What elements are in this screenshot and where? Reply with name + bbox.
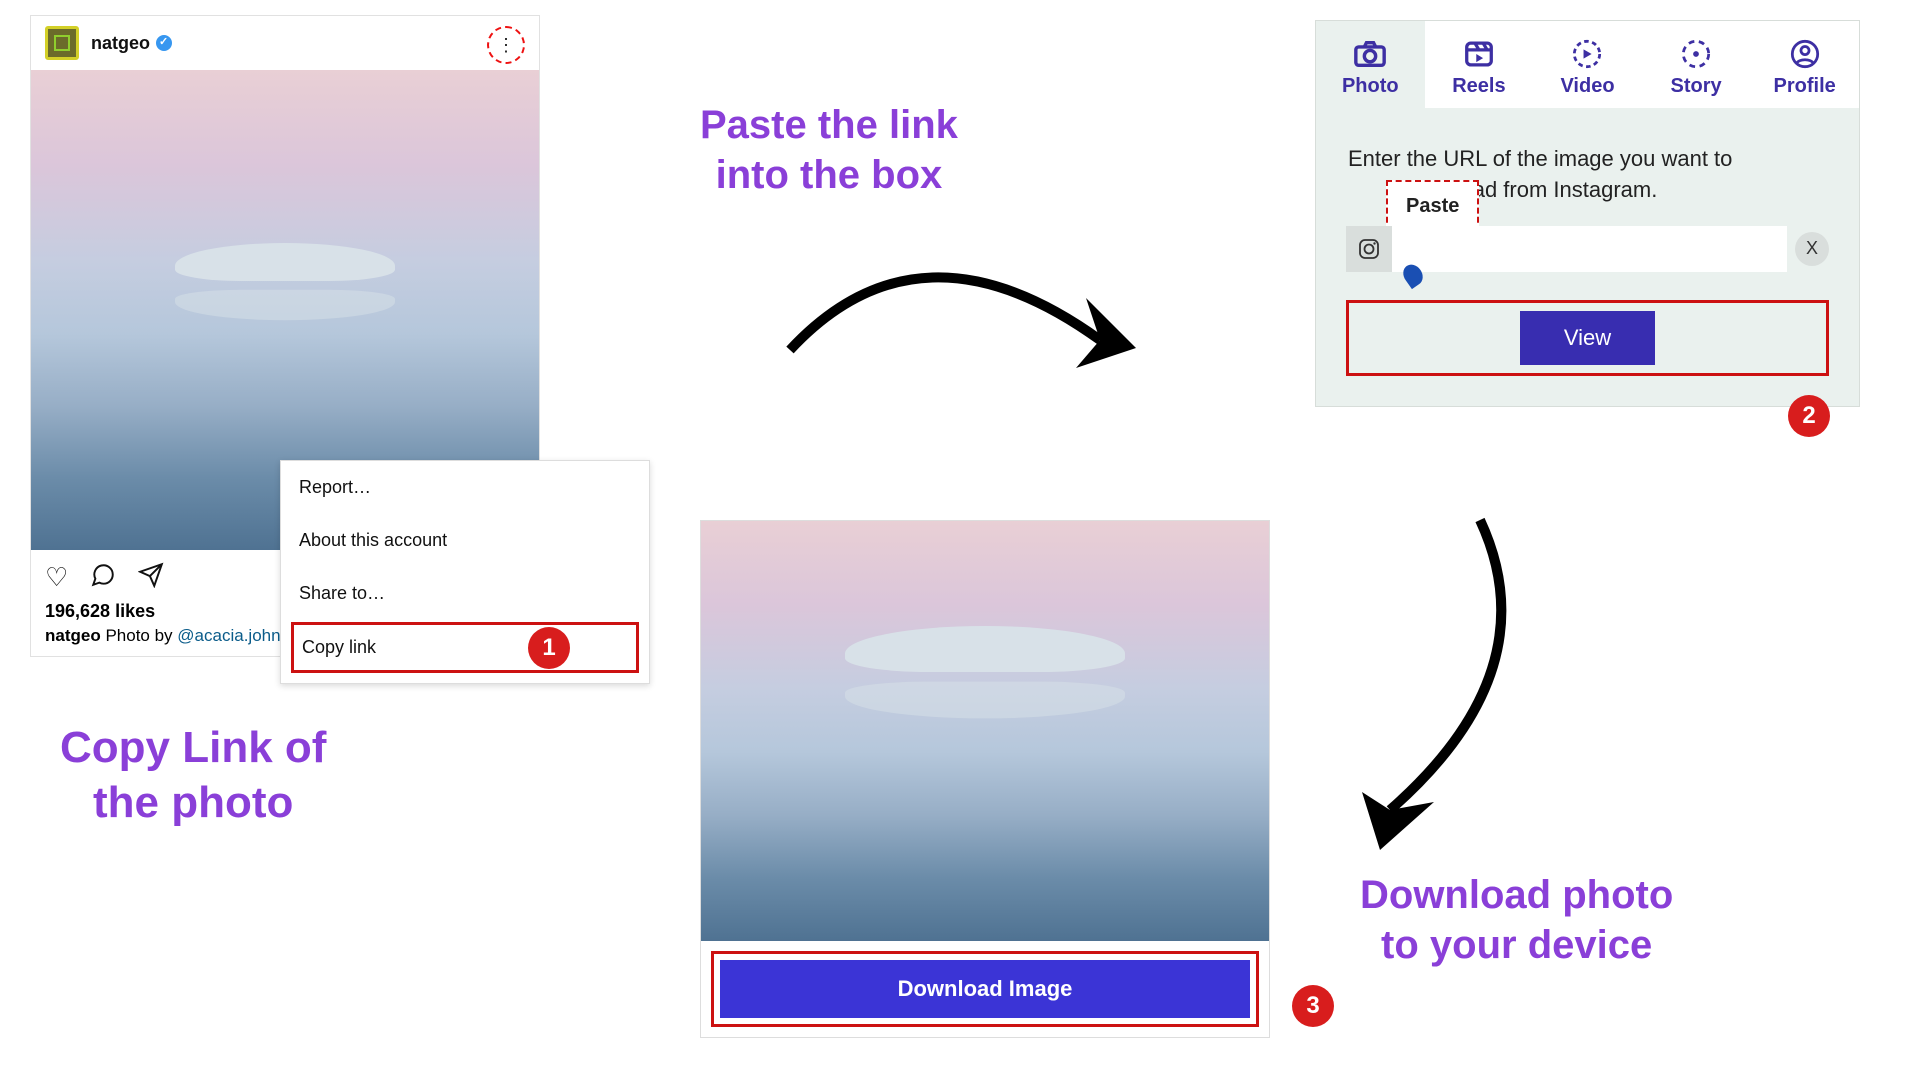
tab-profile[interactable]: Profile: [1750, 21, 1859, 108]
downloader-prompt: Enter the URL of the image you want to d…: [1316, 108, 1859, 226]
tab-video-label: Video: [1560, 75, 1614, 97]
avatar[interactable]: [45, 26, 79, 60]
menu-item-share-to[interactable]: Share to…: [281, 567, 649, 620]
clear-input-button[interactable]: X: [1795, 232, 1829, 266]
verified-icon: [156, 35, 172, 51]
prompt-line-1: Enter the URL of the image you want to: [1348, 146, 1732, 171]
caption-step-3: Download photo to your device: [1360, 870, 1673, 970]
tab-photo[interactable]: Photo: [1316, 21, 1425, 108]
landscape-island: [175, 243, 395, 281]
prompt-line-2: load from Instagram.: [1456, 177, 1658, 202]
url-input-row: X: [1346, 226, 1829, 272]
tab-reels[interactable]: Reels: [1425, 21, 1534, 108]
menu-item-report[interactable]: Report…: [281, 461, 649, 514]
caption-mention[interactable]: @acacia.john: [177, 626, 280, 645]
url-input[interactable]: [1392, 226, 1787, 272]
camera-icon: [1353, 39, 1387, 69]
landscape-reflection: [175, 290, 395, 320]
caption-text: Photo by: [101, 626, 178, 645]
tab-video[interactable]: Video: [1533, 21, 1642, 108]
share-icon[interactable]: [138, 562, 164, 595]
instagram-icon: [1346, 226, 1392, 272]
landscape-island: [845, 626, 1125, 672]
comment-icon[interactable]: [90, 562, 116, 595]
arrow-2-to-3: [1320, 510, 1540, 860]
step-badge-2: 2: [1788, 395, 1830, 437]
tab-profile-label: Profile: [1774, 75, 1836, 97]
download-image-button[interactable]: Download Image: [720, 960, 1250, 1018]
downloader-panel: Photo Reels Video Story Profile Enter th…: [1315, 20, 1860, 407]
story-icon: [1679, 39, 1713, 69]
menu-item-copy-link[interactable]: Copy link: [291, 622, 639, 673]
caption-step-2: Paste the link into the box: [700, 100, 958, 200]
result-image: [701, 521, 1269, 941]
step-badge-1: 1: [528, 627, 570, 669]
arrow-1-to-2: [770, 230, 1150, 430]
tab-story[interactable]: Story: [1642, 21, 1751, 108]
tab-photo-label: Photo: [1342, 75, 1399, 97]
caption-username[interactable]: natgeo: [45, 626, 101, 645]
username[interactable]: natgeo: [91, 33, 150, 54]
tab-reels-label: Reels: [1452, 75, 1505, 97]
menu-item-about[interactable]: About this account: [281, 514, 649, 567]
step-badge-3: 3: [1292, 985, 1334, 1027]
download-button-highlight: Download Image: [711, 951, 1259, 1027]
result-panel: Download Image: [700, 520, 1270, 1038]
post-context-menu: Report… About this account Share to… Cop…: [280, 460, 650, 684]
paste-tooltip[interactable]: Paste: [1386, 180, 1479, 232]
view-button-highlight: View: [1346, 300, 1829, 376]
like-icon[interactable]: ♡: [45, 562, 68, 595]
more-options-button[interactable]: ⋮: [487, 26, 525, 64]
post-header: natgeo ⋮: [31, 16, 539, 70]
landscape-reflection: [845, 681, 1125, 718]
downloader-tabs: Photo Reels Video Story Profile: [1316, 21, 1859, 108]
profile-icon: [1788, 39, 1822, 69]
reels-icon: [1462, 39, 1496, 69]
caption-step-1: Copy Link of the photo: [60, 720, 326, 830]
video-icon: [1570, 39, 1604, 69]
view-button[interactable]: View: [1520, 311, 1655, 365]
tab-story-label: Story: [1671, 75, 1722, 97]
